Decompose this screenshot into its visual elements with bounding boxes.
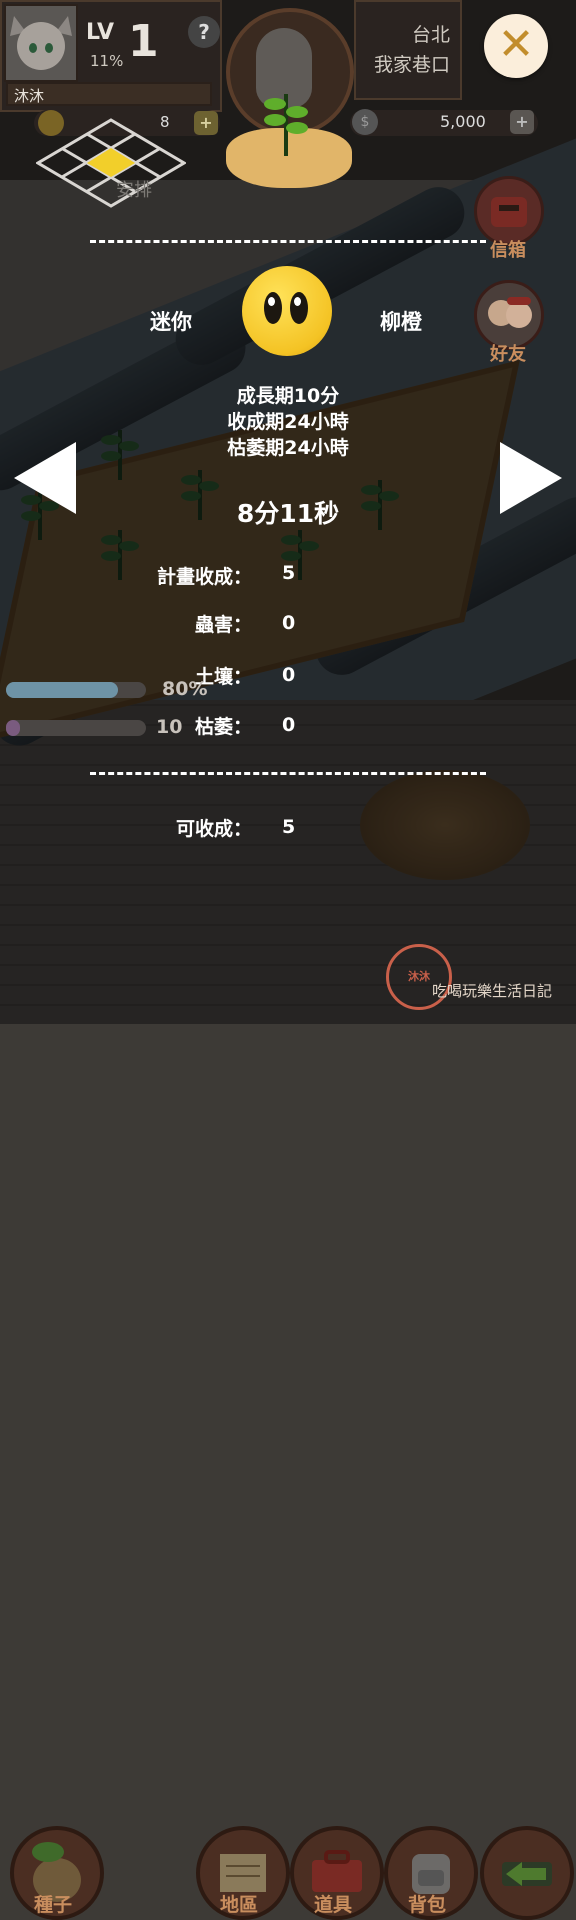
watermark-text: 吃喝玩樂生活日記 [432,982,553,1000]
back-arrow-icon [502,1862,552,1886]
stat-label-pests: 蟲害： [194,614,252,636]
level-label: LV [86,20,115,45]
money-amount: 5,000 [440,112,486,131]
mailbox-label: 信箱 [490,240,526,261]
growth-period: 成長期10分 [236,385,340,407]
stat-value-planned-harvest: 5 [282,562,296,584]
add-coins-button[interactable]: + [194,111,218,135]
countdown-timer: 8分11秒 [236,499,340,528]
harvest-period: 收成期24小時 [227,411,349,433]
nav-label-seeds: 種子 [33,1894,72,1916]
next-seed-arrow-icon[interactable] [500,442,562,514]
add-money-button[interactable]: + [510,110,534,134]
eye-icon [264,292,282,324]
location-city: 台北 [411,24,450,46]
divider-bottom [90,772,486,775]
next-seed-name[interactable]: 柳橙 [380,306,422,336]
mailbox-icon [491,197,527,227]
friends-icon [488,297,532,328]
level-progress: 11% [90,52,124,70]
water-bar [6,682,146,698]
sprout-icon [264,94,308,156]
water-bar-fill [6,682,118,698]
nav-label-region: 地區 [219,1894,258,1916]
avatar[interactable] [4,4,78,82]
level-value: 1 [128,16,159,67]
stat-label-wither: 枯萎： [194,716,252,738]
stat-value-soil: 0 [282,664,296,686]
nav-label-items: 道具 [313,1894,352,1916]
dollar-coin-icon: $ [352,109,378,135]
cat-girl-avatar-icon [10,16,72,70]
water-percent: 80% [162,678,208,700]
nav-label-backpack: 背包 [407,1894,446,1916]
prev-seed-arrow-icon[interactable] [14,442,76,514]
divider-top [90,240,486,243]
fertilizer-bar-fill [6,720,20,736]
location: 台北 我家巷口 [350,20,450,80]
fertilizer-percent: 10 [156,716,183,738]
stat-label-planned-harvest: 計畫收成： [156,566,252,588]
stat-value-wither: 0 [282,714,296,736]
help-button[interactable]: ? [188,16,220,48]
harvestable-label: 可收成： [175,818,252,840]
friends-label: 好友 [490,344,526,365]
eye-icon [290,292,308,324]
minimap-grid-icon[interactable] [36,118,186,208]
fertilizer-bar [6,720,146,736]
bottom-nav: 種子 地區 道具 背包 [0,900,576,1920]
prev-seed-name[interactable]: 迷你 [150,306,192,336]
player-name: 沐沐 [6,82,212,106]
location-place: 我家巷口 [373,54,450,76]
minimap-label: 安排 [116,180,152,201]
seed-face-icon [242,266,332,356]
harvestable-value: 5 [282,816,296,838]
back-button[interactable] [480,1826,574,1920]
wither-period: 枯萎期24小時 [227,437,349,459]
stat-value-pests: 0 [282,612,296,634]
close-button[interactable]: ✕ [484,14,548,78]
